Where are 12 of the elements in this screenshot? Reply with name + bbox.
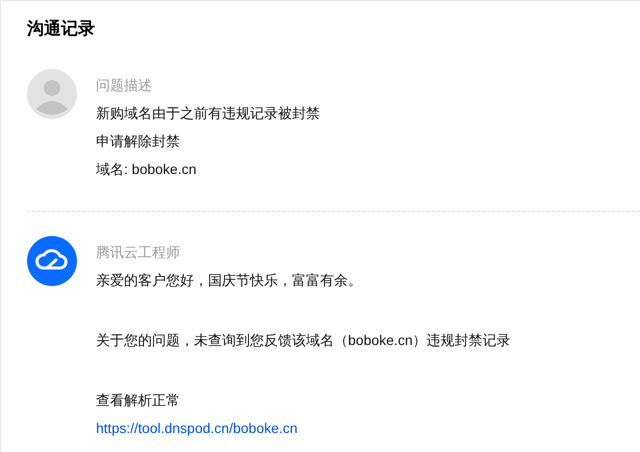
message-text: 申请解除封禁 bbox=[96, 133, 180, 149]
section-title: 沟通记录 bbox=[27, 18, 96, 40]
user-avatar-icon bbox=[27, 69, 77, 119]
author-name: 问题描述 bbox=[96, 76, 153, 95]
message-text: 亲爱的客户您好，国庆节快乐，富富有余。 bbox=[96, 272, 362, 288]
cloud-avatar-icon bbox=[27, 236, 77, 286]
message-text: 新购域名由于之前有违规记录被封禁 bbox=[96, 105, 320, 121]
message-text: 关于您的问题，未查询到您反馈该域名（boboke.cn）违规封禁记录 bbox=[96, 332, 511, 348]
author-name: 腾讯云工程师 bbox=[96, 243, 181, 262]
link[interactable]: https://tool.dnspod.cn/boboke.cn bbox=[96, 420, 298, 436]
message-text: 域名: boboke.cn bbox=[96, 161, 196, 177]
message-text: 查看解析正常 bbox=[96, 392, 180, 408]
